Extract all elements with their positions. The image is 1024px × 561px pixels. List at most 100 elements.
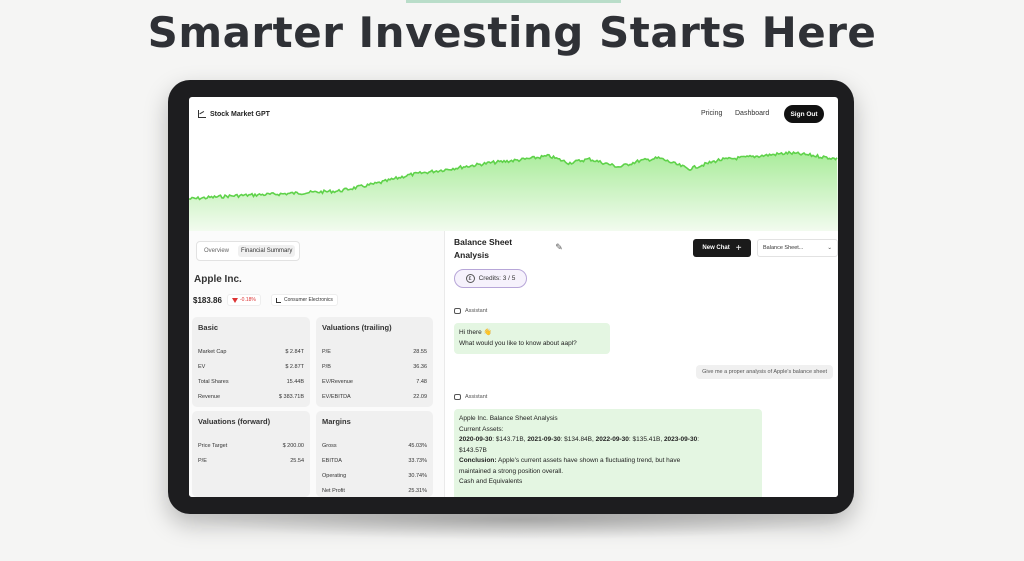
down-arrow-icon — [232, 297, 238, 303]
row-value: 15.44B — [286, 378, 304, 385]
sector-badge: Consumer Electronics — [271, 294, 338, 306]
price-area — [189, 151, 838, 231]
amount: : $135.41B, — [628, 436, 663, 443]
table-row: Price Target $ 200.00 — [198, 438, 304, 453]
row-value: $ 2.84T — [285, 348, 304, 355]
table-row: EV/Revenue 7.48 — [322, 374, 427, 389]
tab-financial-summary[interactable]: Financial Summary — [238, 245, 296, 257]
assistant-label: Assistant — [454, 308, 487, 314]
nav-link-dashboard[interactable]: Dashboard — [735, 110, 769, 117]
row-label: Price Target — [198, 442, 228, 449]
amount: : — [697, 436, 699, 443]
table-row: EBITDA 33.73% — [322, 453, 427, 468]
row-label: Revenue — [198, 393, 221, 400]
message-line: Cash and Equivalents — [459, 478, 523, 485]
assistant-message: Apple Inc. Balance Sheet Analysis Curren… — [454, 409, 762, 497]
row-value: $ 383.71B — [278, 393, 304, 400]
row-value: 22.09 — [413, 393, 427, 400]
message-line: Conclusion: Apple's current assets have … — [459, 456, 757, 467]
message-line: maintained a strong position overall. — [459, 467, 564, 475]
pencil-icon[interactable]: ✎ — [553, 241, 565, 253]
row-value: 25.54 — [290, 457, 304, 464]
role-name: Assistant — [465, 308, 488, 314]
table-row: P/B 36.36 — [322, 359, 427, 374]
row-label: P/E — [198, 457, 207, 464]
new-chat-button[interactable]: New Chat + — [693, 239, 751, 257]
chart-icon — [198, 110, 206, 118]
sign-out-button[interactable]: Sign Out — [784, 105, 824, 123]
row-label: EBITDA — [322, 457, 342, 464]
row-value: 30.74% — [408, 472, 427, 479]
assistant-message: Hi there 👋 What would you like to know a… — [454, 323, 610, 354]
row-label: EV/Revenue — [322, 378, 353, 385]
assistant-label: Assistant — [454, 394, 487, 400]
row-value: 28.55 — [413, 348, 427, 355]
date-label: 2022-09-30 — [595, 436, 629, 443]
stock-summary-panel: Overview Financial Summary Apple Inc. $1… — [189, 231, 445, 497]
chevron-down-icon: ⌄ — [827, 245, 832, 251]
stock-price: $183.86 — [193, 296, 222, 305]
card-valuations-trailing: Valuations (trailing) P/E 28.55 P/B 36.36 … — [316, 317, 433, 407]
table-row: P/E 25.54 — [198, 453, 304, 468]
brand[interactable]: Stock Market GPT — [198, 110, 270, 118]
chart-icon — [276, 297, 281, 303]
page-headline: Smarter Investing Starts Here — [147, 8, 877, 57]
top-nav: Stock Market GPT Pricing Dashboard Sign … — [189, 97, 838, 133]
table-row: EV/EBITDA 22.09 — [322, 389, 427, 404]
change-badge: -0.18% — [227, 294, 261, 306]
table-row: P/E 28.55 — [322, 344, 427, 359]
card-basic: Basic Market Cap $ 2.84T EV $ 2.87T Total … — [192, 317, 310, 407]
company-name: Apple Inc. — [194, 274, 242, 285]
table-row: EV $ 2.87T — [198, 359, 304, 374]
message-line: 2020-09-30: $143.71B, 2021-09-30: $134.8… — [459, 435, 757, 446]
tab-overview[interactable]: Overview — [201, 245, 232, 257]
card-valuations-forward: Valuations (forward) Price Target $ 200.0… — [192, 411, 310, 497]
row-value: $ 2.87T — [285, 363, 304, 370]
sector-name: Consumer Electronics — [284, 297, 333, 303]
date-label: 2023-09-30 — [663, 436, 698, 443]
amount: : $143.71B, — [492, 436, 526, 443]
date-label: 2021-09-30 — [527, 436, 561, 443]
nav-link-pricing[interactable]: Pricing — [701, 110, 722, 117]
message-line: Hi there 👋 — [459, 329, 492, 336]
row-label: EV — [198, 363, 206, 370]
row-value: 7.48 — [416, 378, 427, 385]
row-label: Market Cap — [198, 348, 227, 355]
row-value: 33.73% — [408, 457, 427, 464]
chat-select[interactable]: Balance Sheet... ⌄ — [757, 239, 838, 257]
amount: : $134.84B, — [560, 436, 594, 443]
price-chart-svg — [189, 150, 838, 231]
row-label: Operating — [322, 472, 347, 479]
row-label: EV/EBITDA — [322, 393, 351, 400]
row-value: 25.31% — [408, 487, 427, 494]
table-row: Net Profit 25.31% — [322, 483, 427, 497]
row-label: P/B — [322, 363, 331, 370]
row-label: Total Shares — [198, 378, 229, 385]
chat-select-value: Balance Sheet... — [763, 245, 804, 251]
plus-icon: + — [735, 242, 742, 254]
row-value: $ 200.00 — [282, 442, 304, 449]
credits-text: Credits: 3 / 5 — [478, 275, 516, 282]
chat-title[interactable]: Balance Sheet Analysis — [454, 236, 534, 262]
conclusion-text: Apple's current assets have shown a fluc… — [496, 457, 681, 464]
new-chat-label: New Chat — [702, 245, 730, 251]
bot-icon — [454, 394, 461, 400]
date-label: 2020-09-30 — [459, 436, 493, 443]
bot-icon — [454, 308, 461, 314]
summary-tabs: Overview Financial Summary — [196, 241, 301, 261]
message-line: What would you like to know about aapl? — [459, 339, 577, 347]
row-label: Net Profit — [322, 487, 345, 494]
table-row: Gross 45.03% — [322, 438, 427, 453]
row-value: 36.36 — [413, 363, 427, 370]
table-row: Revenue $ 383.71B — [198, 389, 304, 404]
card-title: Valuations (trailing) — [322, 323, 392, 332]
coin-icon: ₤ — [465, 274, 475, 283]
price-chart — [189, 133, 838, 231]
card-title: Margins — [322, 417, 351, 426]
app-screen: Stock Market GPT Pricing Dashboard Sign … — [189, 97, 838, 497]
top-accent-bar — [406, 0, 621, 3]
message-line: $143.57B — [459, 446, 487, 454]
role-name: Assistant — [465, 394, 488, 400]
message-line: Apple Inc. Balance Sheet Analysis — [459, 415, 558, 422]
user-message: Give me a proper analysis of Apple's bal… — [696, 365, 833, 379]
